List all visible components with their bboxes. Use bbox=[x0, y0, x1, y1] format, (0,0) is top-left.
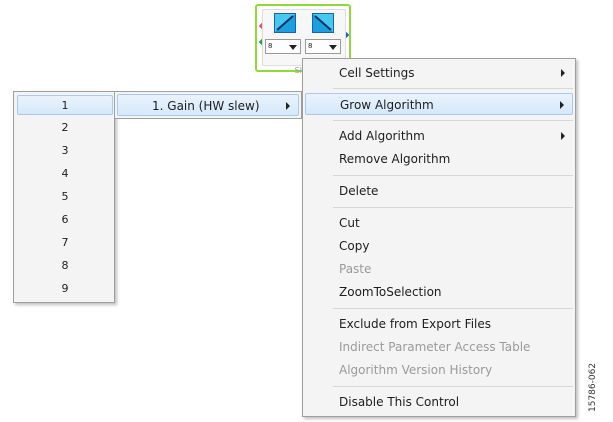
count-item-2[interactable]: 2 bbox=[17, 118, 113, 138]
count-item-5[interactable]: 5 bbox=[17, 187, 113, 207]
menu-item-indirect-parameter-access[interactable]: Indirect Parameter Access Table bbox=[305, 336, 573, 358]
context-menu: Cell Settings Grow Algorithm Add Algorit… bbox=[302, 58, 576, 417]
menu-separator bbox=[333, 88, 573, 89]
menu-item-cut[interactable]: Cut bbox=[305, 212, 573, 234]
count-item-6[interactable]: 6 bbox=[17, 210, 113, 230]
menu-item-label: Algorithm Version History bbox=[339, 363, 493, 377]
count-item-label: 6 bbox=[61, 213, 69, 226]
count-submenu: 1 2 3 4 5 6 7 8 9 bbox=[13, 91, 115, 303]
algorithm-submenu: 1. Gain (HW slew) bbox=[114, 91, 302, 119]
menu-separator bbox=[333, 175, 573, 176]
menu-item-label: Grow Algorithm bbox=[340, 98, 434, 112]
menu-item-label: Indirect Parameter Access Table bbox=[339, 340, 531, 354]
menu-item-label: Remove Algorithm bbox=[339, 152, 451, 166]
count-item-1[interactable]: 1 bbox=[17, 95, 113, 115]
count-item-label: 8 bbox=[61, 259, 69, 272]
count-item-label: 9 bbox=[61, 282, 69, 295]
menu-separator bbox=[333, 120, 573, 121]
slew-icon[interactable] bbox=[312, 13, 334, 33]
count-item-9[interactable]: 9 bbox=[17, 279, 113, 299]
count-item-label: 2 bbox=[61, 121, 69, 134]
count-item-label: 1 bbox=[61, 99, 69, 112]
count-item-label: 4 bbox=[61, 167, 69, 180]
menu-item-label: Add Algorithm bbox=[339, 129, 425, 143]
menu-item-zoom-to-selection[interactable]: ZoomToSelection bbox=[305, 281, 573, 303]
slew-rate-dropdown-right[interactable]: 8 bbox=[305, 39, 341, 54]
menu-item-copy[interactable]: Copy bbox=[305, 235, 573, 257]
count-item-7[interactable]: 7 bbox=[17, 233, 113, 253]
count-item-3[interactable]: 3 bbox=[17, 141, 113, 161]
count-item-8[interactable]: 8 bbox=[17, 256, 113, 276]
menu-item-add-algorithm[interactable]: Add Algorithm bbox=[305, 125, 573, 147]
menu-separator bbox=[333, 308, 573, 309]
menu-item-label: Disable This Control bbox=[339, 395, 460, 409]
menu-item-label: Delete bbox=[339, 184, 379, 198]
chevron-down-icon bbox=[329, 45, 337, 50]
menu-item-paste[interactable]: Paste bbox=[305, 258, 573, 280]
menu-separator bbox=[333, 386, 573, 387]
menu-item-delete[interactable]: Delete bbox=[305, 180, 573, 202]
menu-item-label: ZoomToSelection bbox=[339, 285, 442, 299]
menu-item-disable-this-control[interactable]: Disable This Control bbox=[305, 391, 573, 413]
figure-id: 15786-062 bbox=[588, 362, 598, 412]
count-item-label: 3 bbox=[61, 144, 69, 157]
combo-value: 8 bbox=[308, 42, 313, 50]
menu-item-label: Paste bbox=[339, 262, 372, 276]
menu-item-grow-algorithm[interactable]: Grow Algorithm bbox=[305, 93, 573, 115]
chevron-down-icon bbox=[289, 45, 297, 50]
count-item-4[interactable]: 4 bbox=[17, 164, 113, 184]
algorithm-item-label: 1. Gain (HW slew) bbox=[152, 99, 260, 113]
menu-item-exclude-from-export[interactable]: Exclude from Export Files bbox=[305, 313, 573, 335]
menu-item-label: Copy bbox=[339, 239, 370, 253]
algorithm-item-gain-hw-slew[interactable]: 1. Gain (HW slew) bbox=[117, 94, 299, 116]
slew-rate-dropdown-left[interactable]: 8 bbox=[265, 39, 301, 54]
chevron-right-icon bbox=[561, 132, 565, 140]
menu-item-label: Cut bbox=[339, 216, 360, 230]
menu-separator bbox=[333, 207, 573, 208]
menu-item-label: Exclude from Export Files bbox=[339, 317, 491, 331]
count-item-label: 7 bbox=[61, 236, 69, 249]
menu-item-remove-algorithm[interactable]: Remove Algorithm bbox=[305, 148, 573, 170]
slew-icon[interactable] bbox=[274, 13, 296, 33]
combo-value: 8 bbox=[268, 42, 273, 50]
chevron-right-icon bbox=[286, 102, 290, 110]
menu-item-label: Cell Settings bbox=[339, 66, 415, 80]
chevron-right-icon bbox=[560, 101, 564, 109]
count-item-label: 5 bbox=[61, 190, 69, 203]
menu-item-cell-settings[interactable]: Cell Settings bbox=[305, 62, 573, 84]
menu-item-algorithm-version-history[interactable]: Algorithm Version History bbox=[305, 359, 573, 381]
chevron-right-icon bbox=[561, 69, 565, 77]
